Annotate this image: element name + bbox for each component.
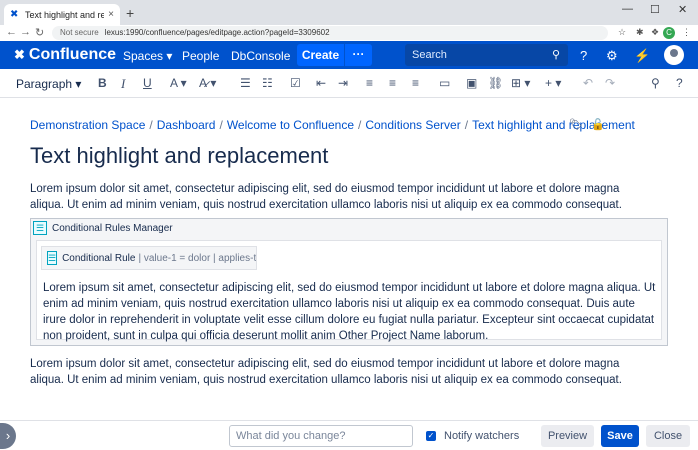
align-left-icon[interactable]: ≡ [366, 76, 373, 90]
rule-meta: | value-1 = dolor | applies-t... [138, 252, 257, 264]
breadcrumb-item[interactable]: Dashboard [157, 118, 216, 132]
not-secure-label: Not secure [60, 28, 99, 37]
new-tab-button[interactable]: + [126, 5, 134, 21]
body-paragraph-1[interactable]: Lorem ipsum dolor sit amet, consectetur … [30, 181, 650, 213]
find-replace-icon[interactable]: ⚲ [651, 76, 660, 90]
undo-icon[interactable]: ↶ [583, 76, 593, 90]
text-color-icon[interactable]: A ▾ [170, 76, 187, 90]
search-icon: ⚲ [551, 49, 560, 61]
restrictions-lock-icon[interactable]: 🔓 [591, 118, 605, 131]
extensions-icon[interactable]: ✱ [636, 27, 644, 38]
text-effects-icon[interactable]: A̷ ▾ [199, 76, 216, 90]
breadcrumb-item[interactable]: Welcome to Confluence [227, 118, 354, 132]
nav-spaces-label: Spaces [123, 49, 164, 63]
align-center-icon[interactable]: ≡ [389, 76, 396, 90]
browser-tab-title: Text highlight and replacement [25, 9, 105, 20]
breadcrumb-item[interactable]: Demonstration Space [30, 118, 145, 132]
help-icon[interactable]: ? [580, 48, 587, 63]
create-more-button[interactable]: ··· [345, 44, 372, 66]
confluence-logo[interactable]: ✖ Confluence [14, 46, 116, 64]
url-text: lexus:1990/confluence/pages/editpage.act… [104, 28, 330, 37]
macro-header: ☰ Conditional Rules Manager [33, 221, 173, 235]
search-input[interactable]: Search ⚲ [405, 44, 568, 66]
breadcrumb-separator: / [358, 118, 362, 132]
insert-more-icon[interactable]: + ▾ [545, 76, 561, 90]
browser-menu-icon[interactable]: ⋮ [682, 27, 691, 38]
breadcrumb-item[interactable]: Text highlight and replacement [472, 118, 635, 132]
browser-tab[interactable]: ✖ Text highlight and replacement × [4, 4, 120, 25]
confluence-top-nav: ✖ Confluence Spaces ▾ People DbConsole C… [0, 41, 698, 69]
task-list-icon[interactable]: ☑ [290, 76, 301, 90]
confluence-favicon-icon: ✖ [10, 8, 19, 20]
save-button[interactable]: Save [601, 425, 639, 447]
nav-dbconsole[interactable]: DbConsole [231, 49, 290, 63]
user-avatar[interactable] [664, 45, 684, 65]
search-placeholder: Search [412, 49, 447, 61]
notifications-icon[interactable]: ⚡ [634, 48, 650, 64]
reload-icon[interactable]: ↻ [35, 26, 44, 39]
browser-tabbar: ✖ Text highlight and replacement × + — ☐… [0, 0, 698, 25]
nav-spaces[interactable]: Spaces ▾ [123, 49, 172, 63]
conditional-rule-chip[interactable]: ☰ Conditional Rule | value-1 = dolor | a… [41, 246, 257, 270]
browser-address-row: ← → ↻ Not secure lexus:1990/confluence/pa… [0, 25, 698, 41]
change-comment-input[interactable] [229, 425, 413, 447]
rules-manager-icon: ☰ [33, 221, 47, 235]
breadcrumb-separator: / [219, 118, 223, 132]
macro-body[interactable]: ☰ Conditional Rule | value-1 = dolor | a… [36, 240, 662, 342]
label-tag-icon[interactable]: 🏷 [569, 118, 583, 131]
browser-profile-avatar[interactable]: C [663, 27, 675, 39]
create-button[interactable]: Create [297, 44, 344, 66]
editor-toolbar: Paragraph ▾ B I U A ▾ A̷ ▾ ☰ ☷ ☑ ⇤ ⇥ ≡ ≡… [0, 69, 698, 98]
bullet-list-icon[interactable]: ☰ [240, 76, 251, 90]
preview-button[interactable]: Preview [541, 425, 594, 447]
close-tab-icon[interactable]: × [108, 9, 114, 20]
breadcrumb-separator: / [464, 118, 469, 132]
breadcrumb-item[interactable]: Conditions Server [365, 118, 460, 132]
url-bar[interactable]: Not secure lexus:1990/confluence/pages/ed… [52, 26, 608, 40]
maximize-window-icon[interactable]: ☐ [650, 3, 660, 16]
conditional-rules-manager-macro[interactable]: ☰ Conditional Rules Manager ☰ Conditiona… [30, 218, 668, 346]
confluence-logo-text: Confluence [28, 46, 117, 63]
extension-puzzle-icon[interactable]: ❖ [651, 27, 659, 38]
checkbox-checked-icon: ✓ [426, 431, 436, 441]
close-button[interactable]: Close [646, 425, 690, 447]
page-title[interactable]: Text highlight and replacement [30, 143, 328, 169]
paragraph-style-label: Paragraph [16, 77, 73, 91]
chevron-down-icon: ▾ [166, 49, 173, 63]
confluence-logo-icon: ✖ [14, 47, 25, 62]
help-shortcuts-icon[interactable]: ? [676, 76, 683, 90]
rule-name: Conditional Rule [62, 252, 136, 264]
close-window-icon[interactable]: ✕ [678, 3, 687, 16]
insert-link-icon[interactable]: ⛓ [488, 76, 503, 90]
macro-title: Conditional Rules Manager [52, 222, 173, 234]
page-layout-icon[interactable]: ▭ [439, 76, 450, 90]
forward-arrow-icon[interactable]: → [20, 26, 31, 38]
italic-icon[interactable]: I [121, 76, 125, 92]
bookmark-star-icon[interactable]: ☆ [618, 27, 626, 38]
breadcrumb: Demonstration Space / Dashboard / Welcome to… [30, 118, 635, 132]
conditional-rule-icon: ☰ [47, 251, 58, 265]
bold-icon[interactable]: B [98, 76, 107, 90]
insert-image-icon[interactable]: ▣ [466, 76, 477, 90]
body-paragraph-2[interactable]: Lorem ipsum dolor sit amet, consectetur … [30, 356, 650, 388]
redo-icon[interactable]: ↷ [605, 76, 615, 90]
minimize-window-icon[interactable]: — [622, 3, 633, 15]
numbered-list-icon[interactable]: ☷ [262, 76, 273, 90]
breadcrumb-separator: / [149, 118, 153, 132]
notify-watchers-checkbox[interactable]: ✓ Notify watchers [426, 430, 519, 442]
back-arrow-icon[interactable]: ← [6, 26, 17, 38]
outdent-icon[interactable]: ⇤ [316, 76, 326, 90]
nav-people[interactable]: People [182, 49, 219, 63]
notify-watchers-label: Notify watchers [444, 430, 520, 442]
macro-body-text[interactable]: Lorem ipsum sit amet, consectetur adipis… [43, 280, 659, 344]
insert-table-icon[interactable]: ⊞ ▾ [511, 76, 530, 90]
indent-icon[interactable]: ⇥ [338, 76, 348, 90]
align-right-icon[interactable]: ≡ [412, 76, 419, 90]
underline-icon[interactable]: U [143, 76, 152, 90]
settings-gear-icon[interactable]: ⚙ [606, 48, 618, 64]
